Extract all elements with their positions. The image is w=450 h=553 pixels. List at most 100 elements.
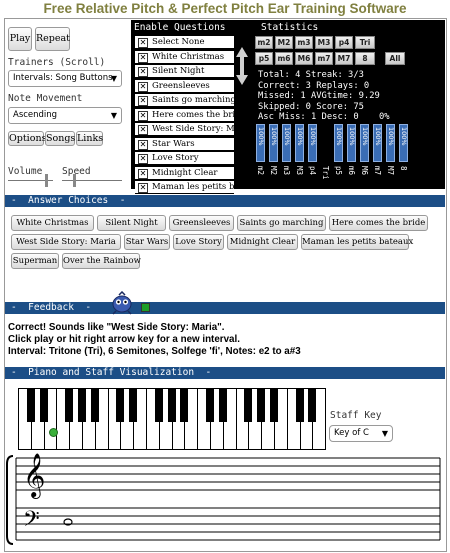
interval-bar-label-text: m3	[282, 166, 291, 176]
question-item-label: White Christmas	[152, 51, 225, 62]
answer-choice-button[interactable]: Over the Rainbow	[62, 253, 141, 269]
answer-choice-button[interactable]: West Side Story: Maria	[11, 234, 121, 250]
question-item[interactable]: ✕ White Christmas	[135, 50, 234, 64]
piano-keyboard[interactable]	[18, 388, 327, 450]
interval-button[interactable]: 8	[355, 52, 375, 65]
scroll-arrows-icon[interactable]	[235, 46, 249, 86]
interval-button[interactable]: p4	[335, 36, 353, 49]
interval-bar-label-text: M7	[386, 166, 395, 176]
black-key[interactable]	[270, 388, 278, 422]
answer-choice-button[interactable]: Maman les petits bateaux	[301, 234, 413, 250]
percentage-bar-value: 100%	[296, 127, 304, 146]
interval-button[interactable]: m6	[275, 52, 293, 65]
question-item[interactable]: ✕ Select None	[135, 36, 234, 49]
question-item[interactable]: ✕ Silent Night	[135, 65, 234, 78]
volume-slider-thumb[interactable]	[45, 174, 49, 187]
question-item-label: Saints go marching	[152, 95, 234, 105]
percentage-bar-value: 100%	[348, 127, 356, 146]
black-key[interactable]	[129, 388, 138, 422]
black-key[interactable]	[26, 388, 35, 422]
links-button[interactable]: Links	[76, 131, 103, 146]
black-key[interactable]	[154, 388, 163, 422]
question-item[interactable]: ✕ Greensleeves	[135, 79, 234, 93]
interval-button[interactable]: M7	[335, 52, 353, 65]
speed-slider-thumb[interactable]	[73, 174, 76, 187]
checkbox[interactable]: ✕	[138, 81, 148, 92]
interval-button[interactable]: m3	[295, 36, 313, 49]
answer-choice-button[interactable]: Greensleeves	[169, 215, 234, 231]
black-key[interactable]	[295, 388, 304, 422]
black-key[interactable]	[244, 388, 253, 422]
black-key[interactable]	[206, 388, 214, 422]
question-item-label: Silent Night	[152, 66, 205, 76]
interval-button[interactable]: M2	[275, 36, 293, 49]
stat-line-asc-miss: Asc Miss: 1 Desc: 0	[258, 112, 359, 122]
question-item[interactable]: ✕ Saints go marching	[135, 94, 234, 107]
staff-key-label: Staff Key	[330, 410, 382, 421]
checkbox[interactable]: ✕	[138, 52, 148, 63]
note-movement-label: Note Movement	[8, 93, 83, 104]
black-key[interactable]	[257, 388, 266, 422]
black-key[interactable]	[180, 388, 189, 422]
app-title: Free Relative Pitch & Perfect Pitch Ear …	[43, 1, 407, 16]
question-item[interactable]: ✕ West Side Story: M.	[135, 123, 234, 136]
interval-bar-label: p5	[334, 166, 346, 180]
trainers-select[interactable]: Intervals: Song Buttons ▼	[8, 70, 122, 87]
staff-key-select-value: Key of C	[334, 428, 369, 438]
question-item[interactable]: ✕ Love Story	[135, 152, 234, 165]
percentage-bar: 100%	[256, 124, 265, 162]
question-item-label: Maman les petits b.	[152, 182, 234, 192]
percentage-bar: 100%	[399, 124, 408, 162]
answer-choice-button[interactable]: Here comes the bride	[329, 215, 428, 231]
staff-key-select[interactable]: Key of C ▼	[329, 425, 393, 442]
question-item[interactable]: ✕ Here comes the bri.	[135, 108, 234, 122]
black-key[interactable]	[78, 388, 86, 422]
songs-button[interactable]: Songs	[45, 131, 75, 146]
question-item[interactable]: ✕ Star Wars	[135, 137, 234, 151]
piano-header: Piano and Staff Visualization	[28, 367, 195, 378]
all-intervals-button[interactable]: All	[385, 52, 405, 65]
piano-bar: - Piano and Staff Visualization -	[5, 367, 445, 379]
speed-slider[interactable]	[62, 180, 122, 181]
stat-line-missed: Missed: 1 AVGtime: 9.29	[258, 91, 380, 101]
stat-line-skipped: Skipped: 0 Score: 75	[258, 102, 364, 112]
interval-button[interactable]: Tri	[355, 36, 375, 49]
checkbox[interactable]: ✕	[138, 96, 148, 106]
checkbox[interactable]: ✕	[138, 38, 148, 48]
checkbox[interactable]: ✕	[138, 168, 148, 179]
interval-button[interactable]: m7	[315, 52, 333, 65]
answer-choice-button[interactable]: Midnight Clear	[227, 234, 298, 250]
question-item[interactable]: ✕ Maman les petits b.	[135, 181, 234, 194]
percentage-bar: 100%	[373, 124, 382, 162]
black-key[interactable]	[308, 388, 317, 422]
black-key[interactable]	[218, 388, 227, 422]
enable-questions-header: Enable Questions	[134, 22, 226, 33]
interval-button[interactable]: m2	[255, 36, 273, 49]
checkbox[interactable]: ✕	[138, 154, 148, 164]
play-button[interactable]: Play	[8, 27, 32, 51]
note-movement-select[interactable]: Ascending ▼	[8, 107, 122, 124]
interval-button[interactable]: M6	[295, 52, 313, 65]
checkbox[interactable]: ✕	[138, 67, 148, 77]
interval-button[interactable]: p5	[255, 52, 273, 65]
repeat-button[interactable]: Repeat	[35, 27, 70, 51]
checkbox[interactable]: ✕	[138, 183, 148, 193]
answer-choice-button[interactable]: Saints go marching	[237, 215, 326, 231]
checkbox[interactable]: ✕	[138, 110, 148, 121]
answer-choice-button[interactable]: Love Story	[173, 234, 224, 250]
answer-choice-button[interactable]: White Christmas	[11, 215, 94, 231]
interval-button[interactable]: M3	[315, 36, 333, 49]
answer-choice-button[interactable]: Star Wars	[124, 234, 170, 250]
black-key[interactable]	[116, 388, 125, 422]
options-button[interactable]: Options	[8, 131, 46, 146]
answer-choice-button[interactable]: Superman	[11, 253, 59, 269]
black-key[interactable]	[65, 388, 74, 422]
checkbox[interactable]: ✕	[138, 125, 148, 135]
checkbox[interactable]: ✕	[138, 139, 148, 150]
black-key[interactable]	[167, 388, 176, 422]
percentage-bar-value: 100%	[270, 127, 278, 146]
question-item[interactable]: ✕ Midnight Clear	[135, 166, 234, 180]
black-key[interactable]	[90, 388, 99, 422]
black-key[interactable]	[39, 388, 48, 422]
answer-choice-button[interactable]: Silent Night	[97, 215, 166, 231]
